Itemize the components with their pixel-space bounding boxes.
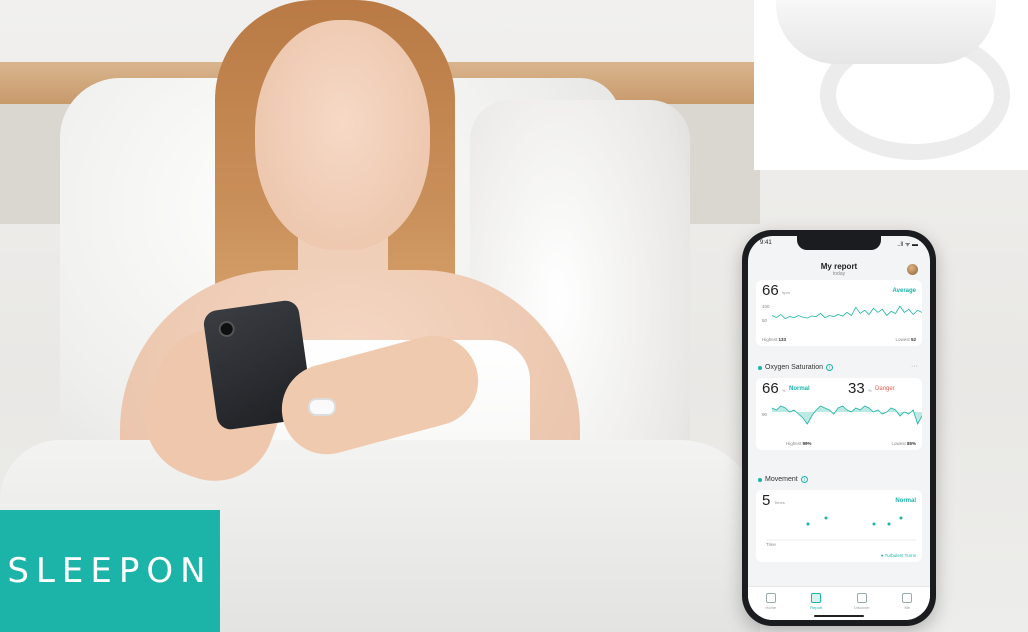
home-icon [765, 593, 776, 603]
tab-report[interactable]: Report [798, 593, 834, 610]
hr-lowest: Lowest 52 [895, 337, 916, 342]
oxygen-danger-label: Danger [875, 386, 895, 392]
oxygen-card[interactable]: 66 % Normal 33 % Danger 90 Highest 99% L… [756, 378, 922, 450]
status-bar: 9:41 ..ll ᯤ ▬ [760, 240, 918, 250]
movement-unit: Times [774, 500, 785, 505]
brand-logo-text: SLEEPON [7, 551, 213, 591]
phone-camera-icon [217, 319, 236, 339]
ring-on-finger [308, 398, 336, 416]
oxygen-line [772, 405, 922, 426]
oxygen-danger-unit: % [868, 388, 872, 393]
oxygen-danger-value: 33 [848, 380, 865, 397]
hr-highest-label: Highest [762, 337, 778, 342]
movement-value: 5 [762, 492, 771, 509]
oxygen-chart [772, 405, 922, 426]
ring-sensor-top [776, 0, 996, 64]
movement-card[interactable]: 5 Times Normal Time ● Turbulent Turns [756, 490, 922, 562]
signal-wifi-battery-icon: ..ll ᯤ ▬ [897, 242, 918, 248]
info-icon[interactable]: i [800, 476, 808, 483]
oxygen-highest-label: Highest [786, 441, 802, 446]
oxygen-normal-value: 66 [762, 380, 779, 397]
oxygen-highest: Highest 99% [786, 441, 812, 446]
oxygen-lowest-label: Lowest [891, 441, 906, 446]
info-icon[interactable]: i [825, 364, 833, 371]
heart-rate-value: 66 [762, 282, 779, 299]
tab-me[interactable]: Me [889, 593, 925, 610]
avatar[interactable] [907, 264, 918, 275]
oxygen-section-title: Oxygen Saturation i [758, 364, 833, 371]
heart-rate-chart [772, 305, 922, 320]
movement-point [872, 522, 876, 526]
movement-section-title: Movement i [758, 476, 808, 483]
hr-highest: Highest 133 [762, 337, 786, 342]
tab-label: Me [904, 605, 911, 610]
movement-status: Normal [895, 498, 916, 504]
tab-label: Home [765, 605, 777, 610]
tab-discover[interactable]: Discover [844, 593, 880, 610]
movement-point [899, 516, 903, 520]
movement-dot-icon [758, 477, 762, 482]
heart-rate-status: Average [892, 288, 916, 294]
hr-lowest-value: 52 [910, 337, 916, 342]
movement-legend: ● Turbulent Turns [880, 553, 916, 558]
tab-home[interactable]: Home [753, 593, 789, 610]
brand-badge: SLEEPON [0, 510, 220, 632]
more-icon[interactable]: ··· [911, 363, 918, 370]
hr-lowest-label: Lowest [895, 337, 910, 342]
heart-rate-line [772, 305, 922, 320]
hr-highest-value: 133 [778, 337, 787, 342]
movement-point [887, 522, 891, 526]
oxygen-normal-label: Normal [789, 386, 810, 392]
heart-rate-unit: bpm [782, 290, 790, 295]
oxygen-title-text: Oxygen Saturation [765, 364, 823, 371]
hr-axis-low: 50 [762, 318, 768, 323]
oxygen-normal-unit: % [782, 388, 786, 393]
oxygen-lowest: Lowest 85% [891, 441, 916, 446]
oxygen-dot-icon [758, 365, 762, 370]
oxygen-axis-tick: 90 [762, 412, 768, 417]
me-icon [902, 593, 913, 603]
oxygen-highest-value: 99% [802, 441, 812, 446]
hr-axis-high: 100 [762, 304, 770, 309]
movement-point [824, 516, 828, 520]
movement-point [806, 522, 810, 526]
discover-icon [856, 593, 867, 603]
movement-title-text: Movement [765, 476, 798, 483]
heart-rate-card[interactable]: 66 bpm Average 100 50 Highest 133 Lowest… [756, 280, 922, 346]
report-icon [811, 593, 822, 603]
oxygen-lowest-value: 85% [906, 441, 916, 446]
status-time: 9:41 [760, 240, 772, 246]
app-screen: 9:41 ..ll ᯤ ▬ My report today 66 bpm Ave… [748, 236, 930, 620]
phone-mockup: 9:41 ..ll ᯤ ▬ My report today 66 bpm Ave… [742, 230, 936, 626]
tab-label: Report [810, 605, 823, 610]
movement-time-label: Time [766, 542, 776, 547]
home-indicator [814, 615, 864, 617]
page-subtitle: today [832, 271, 846, 277]
movement-chart [766, 516, 916, 541]
tab-label: Discover [853, 605, 870, 610]
woman-face [255, 20, 430, 250]
page-title: My report [820, 262, 858, 271]
